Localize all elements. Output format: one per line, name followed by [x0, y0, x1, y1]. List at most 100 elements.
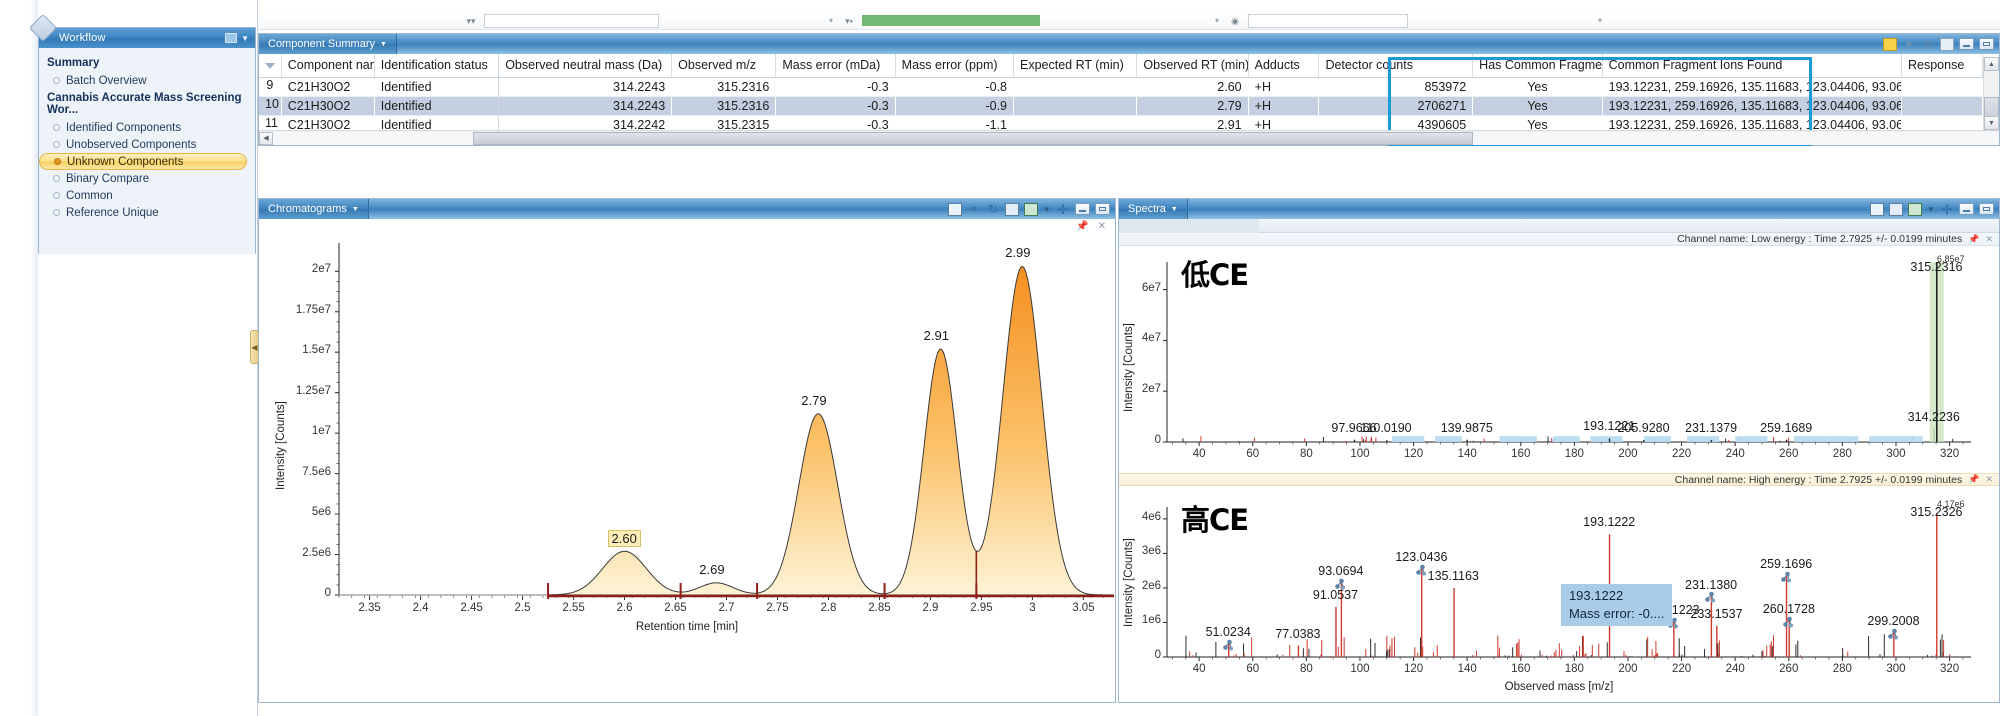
chevron-down-icon[interactable]: ▼ — [380, 41, 387, 48]
column-header-mass-error-mda[interactable]: Mass error (mDa) — [776, 54, 895, 77]
column-header-identification-status[interactable]: Identification status — [374, 54, 498, 77]
scroll-down-button[interactable]: ▼ — [1984, 116, 1999, 130]
move-tool-icon[interactable]: ✢ — [1056, 203, 1070, 216]
chevron-down-icon[interactable]: ▼ — [1171, 206, 1178, 213]
maximize-button[interactable] — [1979, 38, 1994, 50]
table-header-row[interactable]: Component nameIdentification statusObser… — [259, 54, 1983, 77]
link-icon[interactable]: ⚭ — [967, 203, 981, 216]
fragment-structure-icon[interactable] — [1782, 615, 1794, 627]
minimize-button[interactable] — [1959, 203, 1974, 215]
export-image-icon[interactable] — [1908, 203, 1922, 216]
column-header-observed-neutral-mass-da[interactable]: Observed neutral mass (Da) — [499, 54, 672, 77]
refresh-icon[interactable]: ↻ — [986, 203, 1000, 216]
table-export-icon[interactable] — [1940, 38, 1954, 51]
cell-has-cfi: Yes — [1473, 96, 1602, 115]
toolbar-field-2[interactable] — [1248, 14, 1408, 28]
toolbar-dropdown-arrow-2-icon[interactable]: ▾ — [1212, 16, 1222, 25]
column-header-detector-counts[interactable]: Detector counts — [1319, 54, 1473, 77]
column-header-observed-m-z[interactable]: Observed m/z — [672, 54, 776, 77]
chevron-down-icon[interactable]: ▼ — [1927, 203, 1935, 216]
tab-spectra[interactable]: Spectra ▼ — [1119, 199, 1188, 219]
low-energy-spectrum-svg[interactable] — [1119, 246, 1999, 474]
chevron-down-icon[interactable]: ▼ — [352, 206, 359, 213]
toolbar-caret-3-icon[interactable]: ◉ — [1228, 15, 1242, 27]
copy-icon[interactable] — [1870, 203, 1884, 216]
monitor-icon[interactable] — [225, 33, 237, 43]
fragment-structure-icon[interactable] — [1704, 590, 1716, 602]
chromatogram-plot-area[interactable]: 📌 ✕ 02.5e65e67.5e61e71.25e71.5e71.75e72e… — [259, 219, 1115, 702]
table-vertical-scrollbar[interactable]: ▲ ▼ — [1983, 57, 1999, 130]
export-image-icon[interactable] — [1024, 203, 1038, 216]
close-icon[interactable]: ✕ — [1985, 234, 1993, 245]
spectra-tab-strip[interactable] — [1119, 219, 1999, 233]
column-header-observed-rt-min[interactable]: Observed RT (min) 1 ▲ — [1137, 54, 1248, 77]
cell-observed-rt: 2.79 — [1137, 96, 1248, 115]
maximize-button[interactable] — [1095, 203, 1110, 215]
component-summary-table[interactable]: Component nameIdentification statusObser… — [259, 54, 1983, 130]
sidebar-item-identified-components[interactable]: Identified Components — [39, 119, 255, 136]
scroll-up-button[interactable]: ▲ — [1984, 57, 1999, 71]
copy-icon[interactable] — [948, 203, 962, 216]
x-axis-tick-label: 40 — [1177, 663, 1221, 675]
fragment-structure-icon[interactable] — [1780, 570, 1792, 582]
spectrum-peak-label: 193.1222 — [1583, 515, 1635, 529]
x-axis-tick-label: 120 — [1392, 663, 1436, 675]
sidebar-item-unobserved-components[interactable]: Unobserved Components — [39, 136, 255, 153]
minimize-button[interactable] — [1075, 203, 1090, 215]
close-icon[interactable]: ✕ — [1985, 474, 1993, 485]
column-header-expected-rt-min[interactable]: Expected RT (min) — [1014, 54, 1137, 77]
column-header-response[interactable]: Response — [1902, 54, 1983, 77]
fragment-structure-icon[interactable] — [1222, 638, 1234, 650]
fragment-structure-icon[interactable] — [1887, 627, 1899, 639]
pin-icon[interactable]: 📌 — [1968, 234, 1979, 245]
table-view-icon[interactable] — [1005, 203, 1019, 216]
link-icon[interactable]: ⚭ — [1902, 38, 1916, 51]
toolbar-field-1[interactable] — [484, 14, 659, 28]
sidebar-item-common[interactable]: Common — [39, 187, 255, 204]
x-axis-tick-label: 2.95 — [955, 602, 1007, 614]
sidebar-item-binary-compare[interactable]: Binary Compare — [39, 170, 255, 187]
sidebar-item-unknown-components[interactable]: Unknown Components — [39, 153, 247, 170]
fragment-structure-icon[interactable] — [1415, 563, 1427, 575]
sidebar-item-batch-overview[interactable]: Batch Overview — [39, 72, 255, 89]
scroll-left-button[interactable]: ◀ — [259, 132, 273, 145]
column-header-adducts[interactable]: Adducts — [1248, 54, 1319, 77]
x-axis-tick-label: 300 — [1874, 448, 1918, 460]
chevron-down-icon[interactable]: ▼ — [1043, 203, 1051, 216]
table-view-icon[interactable] — [1889, 203, 1903, 216]
horizontal-scroll-thumb[interactable] — [473, 132, 1473, 145]
spectra-header: Spectra ▼ ▼ ✢ — [1119, 199, 1999, 219]
tab-component-summary[interactable]: Component Summary ▼ — [259, 34, 397, 54]
sidebar-item-reference-unique[interactable]: Reference Unique — [39, 204, 255, 221]
cell-mz: 315.2315 — [672, 115, 776, 130]
column-header-common-fragment-ions-found[interactable]: Common Fragment Ions Found — [1602, 54, 1901, 77]
table-row[interactable]: 11C21H30O2Identified314.2242315.2315-0.3… — [259, 115, 1983, 130]
column-header-has-common-fragment-ions[interactable]: Has Common Fragment Ions — [1473, 54, 1602, 77]
toolbar-caret-2-icon[interactable]: ▾▪ — [842, 15, 856, 27]
table-horizontal-scrollbar[interactable]: ◀ — [259, 130, 1999, 145]
minimize-button[interactable] — [1959, 38, 1974, 50]
pin-icon[interactable] — [1883, 38, 1897, 51]
cell-expected-rt — [1014, 115, 1137, 130]
cell-name: C21H30O2 — [281, 77, 374, 96]
table-row[interactable]: 9C21H30O2Identified314.2243315.2316-0.3-… — [259, 77, 1983, 96]
horizontal-scroll-track[interactable] — [273, 132, 1999, 145]
fragment-structure-icon[interactable] — [1334, 577, 1346, 589]
table-row[interactable]: 10C21H30O2Identified314.2243315.2316-0.3… — [259, 96, 1983, 115]
toolbar-caret-1-icon[interactable]: ▾▾ — [464, 15, 478, 27]
table-sort-indicator[interactable] — [259, 54, 281, 77]
chromatogram-x-axis-title: Retention time [min] — [259, 621, 1115, 633]
column-header-component-name[interactable]: Component name — [281, 54, 374, 77]
cell-err-ppm: -1.1 — [895, 115, 1013, 130]
column-header-mass-error-ppm[interactable]: Mass error (ppm) — [895, 54, 1013, 77]
spectra-tab-active[interactable] — [1119, 219, 1259, 233]
tab-chromatograms[interactable]: Chromatograms ▼ — [259, 199, 369, 219]
grid-hash-icon[interactable]: # — [1921, 38, 1935, 51]
toolbar-dropdown-arrow-3-icon[interactable]: ▾ — [1595, 16, 1605, 25]
y-axis-tick-label: 5e6 — [259, 506, 331, 518]
move-tool-icon[interactable]: ✢ — [1940, 203, 1954, 216]
pin-icon[interactable]: 📌 — [1968, 474, 1979, 485]
chevron-down-icon[interactable]: ▼ — [241, 34, 249, 43]
toolbar-dropdown-arrow-1-icon[interactable]: ▾ — [826, 16, 836, 25]
maximize-button[interactable] — [1979, 203, 1994, 215]
